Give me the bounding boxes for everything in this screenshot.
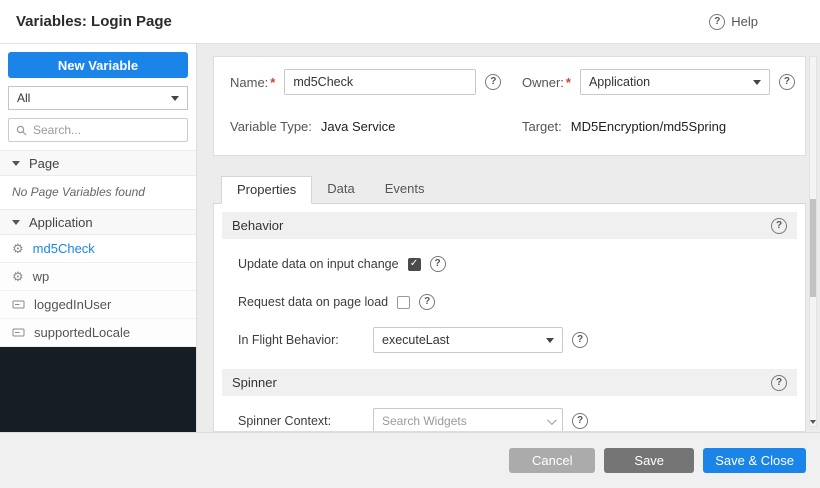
behavior-section-title: Behavior [232, 218, 283, 233]
collapse-caret-icon [12, 220, 20, 225]
tree-section-application-label: Application [29, 215, 93, 230]
tree-section-page-label: Page [29, 156, 59, 171]
owner-label: Owner:* [522, 75, 571, 90]
target-group: Target: MD5Encryption/md5Spring [522, 119, 726, 134]
save-button[interactable]: Save [604, 448, 694, 473]
page-title: Variables: Login Page [16, 13, 172, 30]
main-content: Name:* ? Owner:* Application ? Variable … [197, 44, 820, 432]
update-data-row: Update data on input change ? [238, 251, 797, 277]
tab-events[interactable]: Events [370, 176, 440, 203]
update-data-label: Update data on input change [238, 257, 399, 271]
request-data-checkbox[interactable] [397, 296, 410, 309]
search-icon [16, 125, 27, 136]
variable-summary-card: Name:* ? Owner:* Application ? Variable … [213, 56, 806, 156]
gear-icon: ⚙ [12, 270, 24, 283]
variable-item-label: wp [33, 269, 50, 284]
spinner-context-combobox[interactable] [373, 408, 563, 432]
in-flight-selected-value: executeLast [382, 333, 449, 347]
variable-item-label: loggedInUser [34, 297, 111, 312]
spinner-section-header: Spinner ? [222, 369, 797, 396]
request-data-help-icon[interactable]: ? [419, 294, 435, 310]
target-label: Target: [522, 119, 562, 134]
scrollbar-down-button[interactable] [810, 417, 816, 426]
tab-properties[interactable]: Properties [221, 176, 312, 204]
required-marker: * [566, 75, 571, 90]
variable-type-label: Variable Type: [230, 119, 312, 134]
owner-select[interactable]: Application [580, 69, 770, 95]
variable-item-supportedlocale[interactable]: supportedLocale [0, 319, 196, 347]
required-marker: * [270, 75, 275, 90]
variable-type-group: Variable Type: Java Service [230, 119, 522, 134]
update-data-help-icon[interactable]: ? [430, 256, 446, 272]
cancel-button[interactable]: Cancel [509, 448, 595, 473]
request-data-label: Request data on page load [238, 295, 388, 309]
spinner-section-title: Spinner [232, 375, 277, 390]
help-icon: ? [709, 14, 725, 30]
help-link[interactable]: ? Help [709, 14, 758, 30]
tree-section-application[interactable]: Application [0, 209, 196, 235]
owner-help-icon[interactable]: ? [779, 74, 795, 90]
tab-bar: Properties Data Events [213, 176, 806, 204]
chevron-down-icon [171, 96, 179, 101]
owner-field-group: Owner:* Application ? [522, 69, 795, 95]
properties-panel: Behavior ? Update data on input change ?… [213, 204, 806, 432]
behavior-section-header: Behavior ? [222, 212, 797, 239]
spinner-context-row: Spinner Context: ? [238, 408, 797, 432]
name-input[interactable] [284, 69, 476, 95]
spinner-help-icon[interactable]: ? [771, 375, 787, 391]
in-flight-label: In Flight Behavior: [238, 333, 364, 347]
help-label: Help [731, 14, 758, 29]
variable-filter-value: All [17, 91, 30, 105]
owner-selected-value: Application [589, 75, 650, 89]
vertical-scrollbar[interactable] [809, 56, 817, 427]
page-variables-empty-message: No Page Variables found [0, 176, 196, 209]
variable-item-md5check[interactable]: ⚙ md5Check [0, 235, 196, 263]
spinner-context-label: Spinner Context: [238, 414, 364, 428]
chevron-down-icon [547, 415, 557, 425]
target-value: MD5Encryption/md5Spring [571, 119, 726, 134]
search-input[interactable] [33, 123, 180, 137]
type-target-row: Variable Type: Java Service Target: MD5E… [230, 119, 789, 134]
update-data-checkbox[interactable] [408, 258, 421, 271]
tree-section-page[interactable]: Page [0, 150, 196, 176]
collapse-caret-icon [12, 161, 20, 166]
variable-filter-select[interactable]: All [8, 86, 188, 110]
in-flight-select[interactable]: executeLast [373, 327, 563, 353]
header: Variables: Login Page ? Help [0, 0, 820, 44]
variable-type-value: Java Service [321, 119, 395, 134]
sidebar-empty-area [0, 347, 196, 432]
field-variable-icon [12, 298, 25, 311]
chevron-down-icon [546, 338, 554, 343]
sidebar: New Variable All Page No Page Variables … [0, 44, 197, 432]
chevron-down-icon [753, 80, 761, 85]
sidebar-controls: New Variable All [0, 44, 196, 150]
new-variable-button[interactable]: New Variable [8, 52, 188, 78]
name-owner-row: Name:* ? Owner:* Application ? [230, 69, 789, 95]
field-variable-icon [12, 326, 25, 339]
in-flight-row: In Flight Behavior: executeLast ? [238, 327, 797, 353]
footer: Cancel Save Save & Close [0, 432, 820, 488]
tab-data[interactable]: Data [312, 176, 369, 203]
variable-item-loggedinuser[interactable]: loggedInUser [0, 291, 196, 319]
name-label: Name:* [230, 75, 275, 90]
spinner-context-input[interactable] [382, 414, 541, 428]
spinner-context-help-icon[interactable]: ? [572, 413, 588, 429]
name-help-icon[interactable]: ? [485, 74, 501, 90]
chevron-down-icon [810, 420, 816, 424]
scrollbar-thumb[interactable] [810, 199, 816, 297]
variable-item-label: supportedLocale [34, 325, 130, 340]
name-field-group: Name:* ? [230, 69, 522, 95]
behavior-help-icon[interactable]: ? [771, 218, 787, 234]
save-and-close-button[interactable]: Save & Close [703, 448, 806, 473]
in-flight-help-icon[interactable]: ? [572, 332, 588, 348]
gear-icon: ⚙ [12, 242, 24, 255]
request-data-row: Request data on page load ? [238, 289, 797, 315]
variable-item-label: md5Check [33, 241, 95, 256]
variable-item-wp[interactable]: ⚙ wp [0, 263, 196, 291]
search-box [8, 118, 188, 142]
